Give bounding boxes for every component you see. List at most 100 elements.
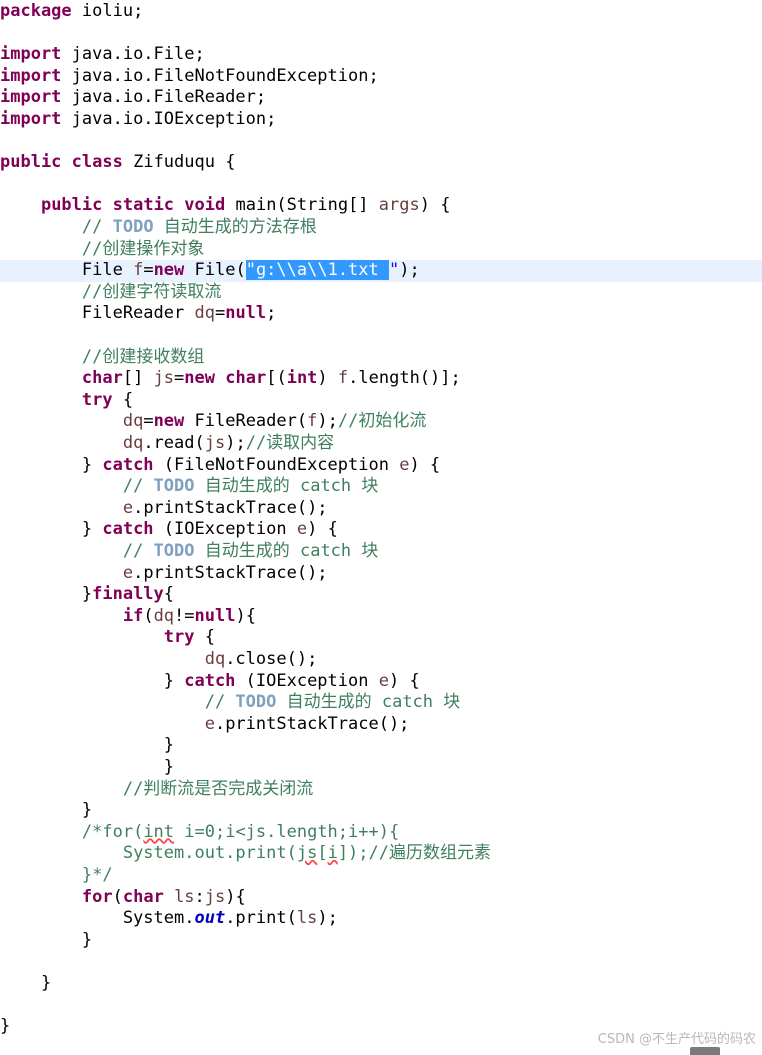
code-line[interactable]: import java.io.FileNotFoundException;	[0, 66, 762, 88]
code-line[interactable]: } catch (FileNotFoundException e) {	[0, 455, 762, 477]
code-token: new	[153, 411, 185, 432]
code-line[interactable]	[0, 951, 762, 973]
code-line[interactable]: char[] js=new char[(int) f.length()];	[0, 368, 762, 390]
code-token: //判断流是否完成关闭流	[122, 778, 314, 799]
code-token: 自动生成的 catch 块	[194, 541, 379, 561]
code-line[interactable]: }	[0, 800, 762, 822]
code-token: .print(	[225, 908, 297, 929]
code-line[interactable]: import java.io.FileReader;	[0, 87, 762, 109]
code-token: (	[112, 886, 123, 907]
code-token: ls	[174, 886, 195, 907]
code-line[interactable]: package ioliu;	[0, 1, 762, 23]
code-line[interactable]: if(dq!=null){	[0, 606, 762, 628]
code-token: public	[0, 152, 62, 173]
code-token: []	[122, 368, 154, 389]
code-token: }	[0, 670, 185, 691]
code-line[interactable]: /*for(int i=0;i<js.length;i++){	[0, 822, 762, 844]
code-line[interactable]: }	[0, 757, 762, 779]
code-line[interactable]: try {	[0, 627, 762, 649]
code-line[interactable]: FileReader dq=null;	[0, 303, 762, 325]
code-token: =	[143, 411, 154, 432]
code-line[interactable]: System.out.print(ls);	[0, 908, 762, 930]
code-line[interactable]: }	[0, 973, 762, 995]
code-line[interactable]: public class Zifuduqu {	[0, 152, 762, 174]
code-line[interactable]	[0, 23, 762, 45]
code-line[interactable]: e.printStackTrace();	[0, 714, 762, 736]
code-line[interactable]: } catch (IOException e) {	[0, 671, 762, 693]
code-token: ioliu;	[71, 1, 144, 21]
code-token: );	[225, 433, 246, 453]
code-token: out	[194, 908, 226, 929]
code-line[interactable]: }	[0, 930, 762, 952]
current-code-line[interactable]: File f=new File("g:\\a\\1.txt ");	[0, 260, 762, 282]
code-line[interactable]: // TODO 自动生成的方法存根	[0, 217, 762, 239]
code-token: catch	[102, 519, 154, 540]
code-token: public	[40, 195, 103, 216]
code-editor[interactable]: package ioliu; import java.io.File; import…	[0, 0, 762, 1055]
code-line[interactable]: dq.read(js);//读取内容	[0, 433, 762, 455]
code-token: catch	[184, 670, 236, 691]
code-token: 自动生成的 catch 块	[276, 692, 461, 713]
code-token: class	[71, 152, 123, 173]
code-line[interactable]: // TODO 自动生成的 catch 块	[0, 476, 762, 498]
code-line[interactable]: public static void main(String[] args) {	[0, 195, 762, 217]
code-token: static	[112, 195, 175, 216]
code-line[interactable]	[0, 174, 762, 196]
code-line[interactable]: System.out.print(js[i]);//遍历数组元素	[0, 843, 762, 865]
code-line[interactable]: }finally{	[0, 584, 762, 606]
code-line[interactable]: //创建操作对象	[0, 239, 762, 261]
code-line[interactable]: import java.io.File;	[0, 44, 762, 66]
code-token: dq	[153, 605, 175, 626]
code-line[interactable]	[0, 131, 762, 153]
code-token: for	[81, 886, 113, 907]
code-token: dq	[194, 303, 215, 324]
code-line[interactable]: }	[0, 735, 762, 757]
code-token: ;	[266, 303, 277, 324]
code-line[interactable]: //创建字符读取流	[0, 282, 762, 304]
code-token: }	[0, 929, 93, 950]
code-line[interactable]: //判断流是否完成关闭流	[0, 779, 762, 801]
code-line[interactable]: }*/	[0, 865, 762, 887]
code-token: System.	[0, 908, 195, 929]
code-line[interactable]: for(char ls:js){	[0, 887, 762, 909]
code-token: package	[0, 1, 72, 21]
code-token: ) {	[409, 454, 441, 475]
code-token: java.io.FileNotFoundException;	[61, 65, 379, 86]
code-token: }	[0, 800, 93, 821]
code-token: char	[225, 368, 267, 389]
code-token: }	[0, 1016, 11, 1037]
code-line[interactable]: dq.close();	[0, 649, 762, 671]
code-line[interactable]	[0, 995, 762, 1017]
code-token: Zifuduqu {	[122, 152, 236, 173]
code-line[interactable]: //创建接收数组	[0, 347, 762, 369]
code-line[interactable]	[0, 325, 762, 347]
code-token: new	[184, 368, 216, 389]
code-token: }	[0, 519, 103, 540]
code-token: System.out.print(	[122, 843, 297, 864]
code-line[interactable]: try {	[0, 390, 762, 412]
code-line[interactable]: import java.io.IOException;	[0, 109, 762, 131]
code-token: ){	[225, 886, 246, 907]
code-line[interactable]: dq=new FileReader(f);//初始化流	[0, 411, 762, 433]
code-token: e	[378, 670, 389, 691]
code-line[interactable]: // TODO 自动生成的 catch 块	[0, 692, 762, 714]
code-line[interactable]: e.printStackTrace();	[0, 563, 762, 585]
code-line[interactable]: // TODO 自动生成的 catch 块	[0, 541, 762, 563]
code-line[interactable]: } catch (IOException e) {	[0, 519, 762, 541]
code-token: =	[174, 368, 185, 389]
code-token: f	[307, 411, 318, 432]
code-line[interactable]: e.printStackTrace();	[0, 498, 762, 520]
code-token: js	[204, 886, 226, 907]
